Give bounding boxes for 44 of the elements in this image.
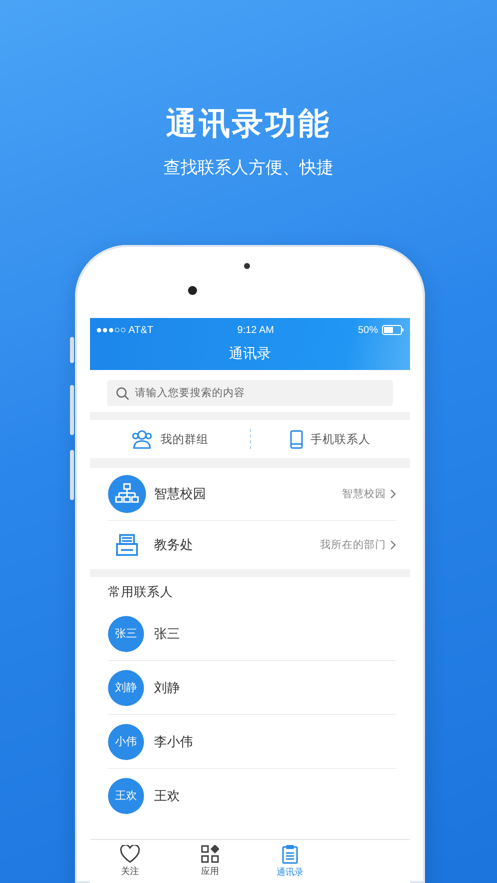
screen-title: 通讯录 bbox=[228, 345, 272, 364]
row-label: 智慧校园 bbox=[154, 486, 207, 503]
contact-name: 王欢 bbox=[154, 788, 180, 804]
contact-row[interactable]: 刘静 刘静 bbox=[108, 661, 396, 715]
phone-icon bbox=[290, 430, 304, 448]
directory-row[interactable]: 教务处 我所在的部门 bbox=[108, 521, 396, 569]
carrier-text: ●●●○○ AT&T bbox=[96, 324, 154, 336]
apps-icon bbox=[201, 845, 219, 863]
chevron-icon bbox=[390, 489, 396, 499]
avatar: 小伟 bbox=[108, 724, 144, 760]
chevron-icon bbox=[390, 540, 396, 550]
subheadline: 查找联系人方便、快捷 bbox=[164, 157, 334, 179]
search-icon bbox=[116, 386, 129, 400]
heart-icon bbox=[120, 845, 140, 863]
shortcut-button[interactable]: 手机联系人 bbox=[250, 420, 410, 458]
org-chart-icon bbox=[108, 475, 146, 513]
battery-icon bbox=[382, 325, 404, 335]
search-field[interactable]: 请输入您要搜索的内容 bbox=[107, 380, 393, 406]
camera-lens bbox=[188, 286, 197, 295]
directory-row[interactable]: 智慧校园 智慧校园 bbox=[108, 468, 396, 521]
avatar: 张三 bbox=[108, 616, 144, 652]
tab-bar-item[interactable]: 应用 bbox=[170, 840, 250, 883]
row-detail: 我所在的部门 bbox=[320, 538, 386, 552]
row-label: 教务处 bbox=[154, 537, 194, 554]
contact-name: 刘静 bbox=[154, 680, 180, 696]
section-title: 常用联系人 bbox=[108, 583, 174, 601]
contact-name: 李小伟 bbox=[154, 734, 193, 750]
avatar: 刘静 bbox=[108, 670, 144, 706]
tab-bar-item[interactable]: 关注 bbox=[90, 840, 170, 883]
search-placeholder: 请输入您要搜索的内容 bbox=[135, 386, 245, 400]
shortcut-button[interactable]: 我的群组 bbox=[90, 420, 250, 458]
headline: 通讯录功能 bbox=[166, 105, 331, 144]
sensor-dot bbox=[244, 263, 250, 269]
contact-row[interactable]: 王欢 王欢 bbox=[108, 769, 396, 822]
contact-row[interactable]: 小伟 李小伟 bbox=[108, 715, 396, 769]
contact-name: 张三 bbox=[154, 626, 180, 642]
tab-bar-item[interactable]: 通讯录 bbox=[250, 840, 330, 883]
avatar: 王欢 bbox=[108, 778, 144, 814]
status-time: 9:12 AM bbox=[237, 324, 274, 336]
battery-text: 50% bbox=[358, 324, 378, 336]
clipboard-icon bbox=[282, 844, 298, 864]
group-icon bbox=[131, 429, 154, 449]
contact-row[interactable]: 张三 张三 bbox=[108, 607, 396, 661]
row-detail: 智慧校园 bbox=[342, 487, 386, 501]
